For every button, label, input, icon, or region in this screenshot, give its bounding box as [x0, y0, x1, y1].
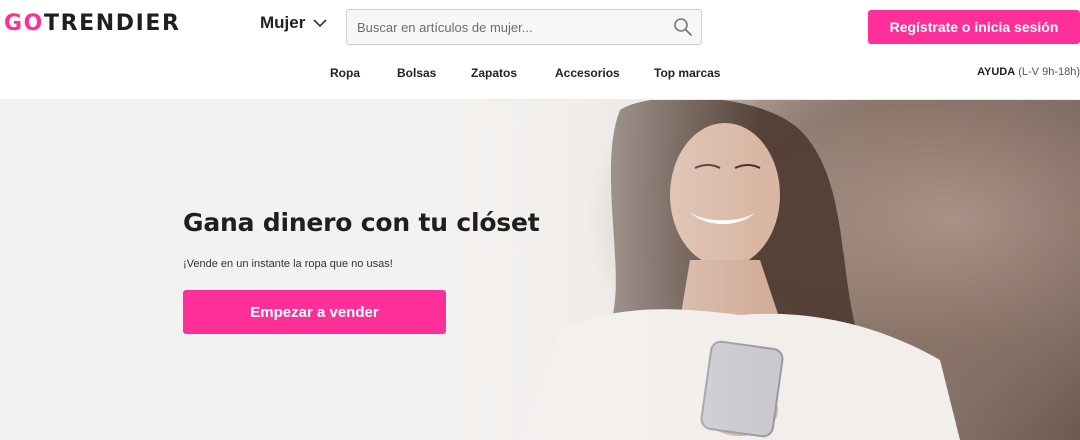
nav-item-accesorios[interactable]: Accesorios: [555, 66, 620, 80]
search-icon[interactable]: [673, 17, 693, 37]
logo-suffix: TRENDIER: [43, 11, 181, 36]
hero-gradient-overlay: [0, 100, 760, 440]
hero-title: Gana dinero con tu clóset: [183, 208, 540, 237]
category-label: Mujer: [260, 13, 306, 32]
nav-item-top-marcas[interactable]: Top marcas: [654, 66, 720, 80]
gotrendier-logo[interactable]: GOTRENDIER: [4, 11, 181, 36]
chevron-down-icon: [313, 18, 327, 27]
nav-item-bolsas[interactable]: Bolsas: [397, 66, 436, 80]
signup-login-button[interactable]: Regístrate o inicia sesión: [868, 10, 1080, 44]
help-hours: (L-V 9h-18h): [1018, 66, 1080, 78]
start-selling-button[interactable]: Empezar a vender: [183, 290, 446, 334]
hero-banner: Gana dinero con tu clóset ¡Vende en un i…: [0, 100, 1080, 440]
site-header: GOTRENDIER Mujer Regístrate o inicia ses…: [0, 0, 1080, 100]
nav-item-zapatos[interactable]: Zapatos: [471, 66, 517, 80]
main-nav: Ropa Bolsas Zapatos Accesorios Top marca…: [0, 66, 1080, 86]
hero-subtitle: ¡Vende en un instante la ropa que no usa…: [183, 258, 393, 270]
nav-item-ropa[interactable]: Ropa: [330, 66, 360, 80]
search-box: [346, 9, 702, 45]
category-dropdown[interactable]: Mujer: [260, 13, 327, 33]
help-link[interactable]: AYUDA (L-V 9h-18h): [977, 66, 1080, 78]
logo-prefix: GO: [4, 11, 44, 36]
help-label: AYUDA: [977, 66, 1016, 78]
search-input[interactable]: [347, 10, 667, 44]
